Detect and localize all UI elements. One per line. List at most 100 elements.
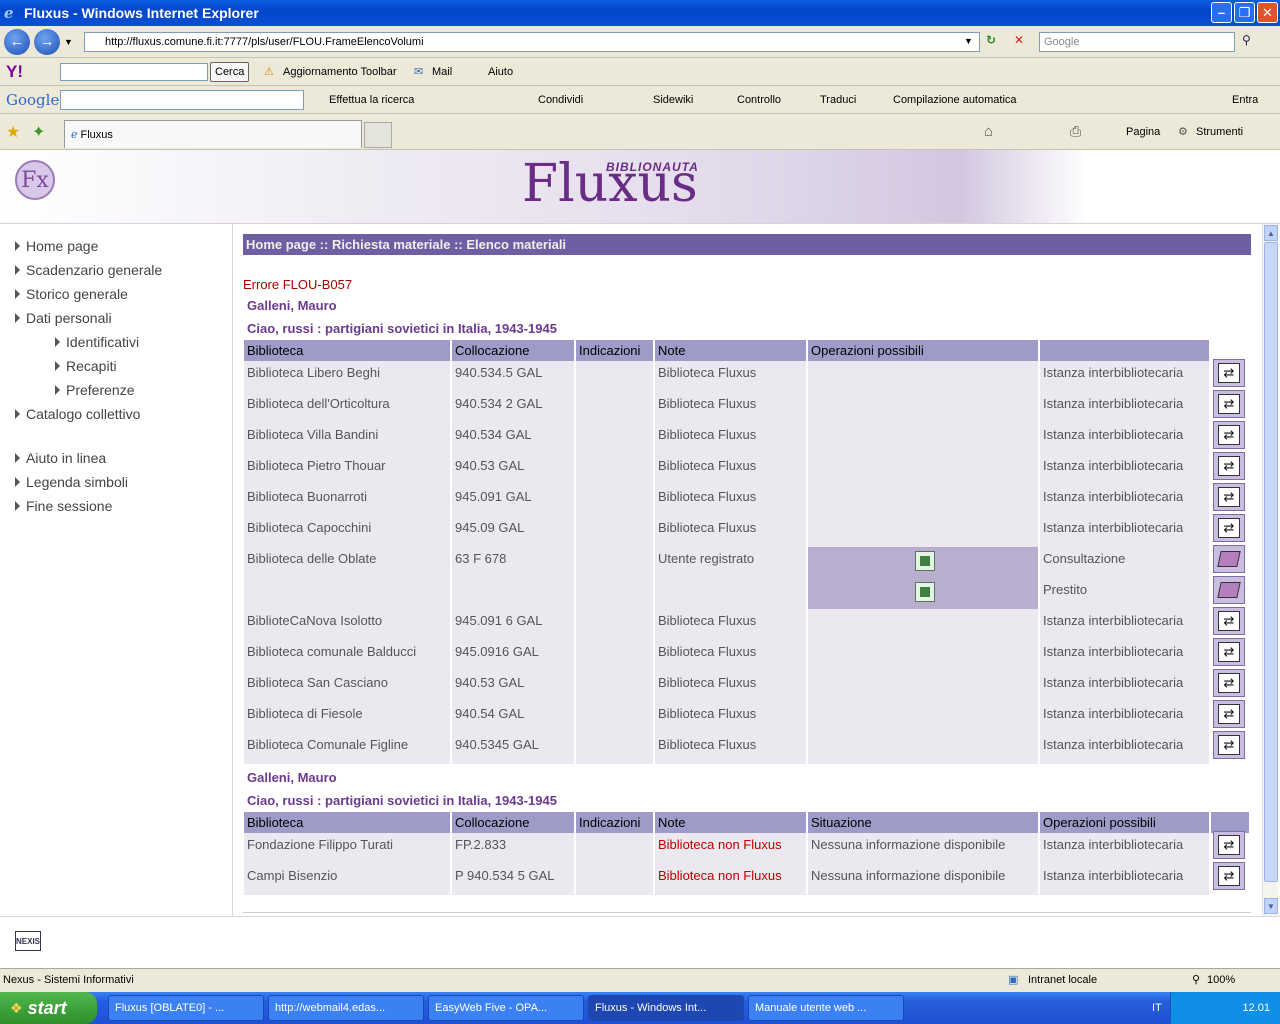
interlibrary-request-button[interactable]: ⇄ <box>1213 700 1245 728</box>
taskbar-item[interactable]: Manuale utente web ... <box>748 995 904 1021</box>
add-favorites-icon[interactable]: ✦ <box>32 114 45 149</box>
sidebar-item-storico[interactable]: Storico generale <box>15 286 128 302</box>
operation-select-cell <box>807 547 1040 578</box>
interlibrary-request-button[interactable]: ⇄ <box>1213 831 1245 859</box>
yahoo-logo[interactable]: Y! <box>6 58 23 85</box>
share-button[interactable]: Condividi <box>538 86 583 113</box>
sidebar-item-preferenze[interactable]: Preferenze <box>55 382 134 398</box>
request-book-button[interactable] <box>1213 576 1245 604</box>
fx-logo[interactable]: Fx <box>15 160 55 200</box>
operation-checkbox[interactable] <box>914 582 935 602</box>
vertical-scrollbar[interactable]: ▲ ▼ <box>1262 224 1278 916</box>
help-button[interactable]: Aiuto <box>488 58 513 85</box>
close-button[interactable]: ✕ <box>1257 2 1278 23</box>
mail-button[interactable]: Mail <box>432 58 452 85</box>
taskbar-item[interactable]: http://webmail4.edas... <box>268 995 424 1021</box>
page-content: Fx BIBLIONAUTA Fluxus Home page Scadenza… <box>0 150 1280 968</box>
new-tab-button[interactable] <box>364 122 392 148</box>
autofill-button[interactable]: Compilazione automatica <box>893 86 1017 113</box>
yahoo-toolbar: Y! Cerca ⚠ Aggiornamento Toolbar ✉ Mail … <box>0 58 1280 86</box>
operation-cell: ⇄ <box>1210 483 1251 516</box>
sidebar-item-recapiti[interactable]: Recapiti <box>55 358 117 374</box>
sidebar-item-catalogo[interactable]: Catalogo collettivo <box>15 406 140 422</box>
shelf-mark: 940.5345 GAL <box>451 733 576 764</box>
tab-fluxus[interactable]: e Fluxus <box>64 120 362 148</box>
history-dropdown-icon[interactable]: ▼ <box>64 37 73 47</box>
refresh-icon[interactable]: ↻ <box>986 33 996 47</box>
interlibrary-request-button[interactable]: ⇄ <box>1213 359 1245 387</box>
table-row: Biblioteca Libero Beghi 940.534.5 GAL Bibl… <box>244 359 1251 392</box>
address-dropdown-icon[interactable]: ▼ <box>964 36 973 46</box>
google-search-input[interactable] <box>60 90 304 110</box>
address-input[interactable]: http://fluxus.comune.fi.it:7777/pls/user… <box>84 32 980 52</box>
minimize-button[interactable]: – <box>1211 2 1232 23</box>
interlibrary-request-button[interactable]: ⇄ <box>1213 669 1245 697</box>
note: Biblioteca Fluxus <box>654 485 808 516</box>
sidebar-item-legenda[interactable]: Legenda simboli <box>15 474 128 490</box>
sidebar-item-dati-personali[interactable]: Dati personali <box>15 310 112 326</box>
interlibrary-request-button[interactable]: ⇄ <box>1213 514 1245 542</box>
library-name: Biblioteca delle Oblate <box>244 547 452 578</box>
spellcheck-button[interactable]: Controllo <box>737 86 781 113</box>
taskbar-item[interactable]: EasyWeb Five - OPA... <box>428 995 584 1021</box>
search-input[interactable]: Google <box>1039 32 1235 52</box>
book-title: Ciao, russi : partigiani sovietici in It… <box>247 321 557 336</box>
stop-icon[interactable]: ✕ <box>1014 33 1024 47</box>
page-menu[interactable]: Pagina <box>1126 114 1160 149</box>
operation-label: Istanza interbibliotecaria <box>1039 609 1211 640</box>
operation-checkbox[interactable] <box>914 551 935 571</box>
sidebar-item-fine-sessione[interactable]: Fine sessione <box>15 498 112 514</box>
interlibrary-request-button[interactable]: ⇄ <box>1213 390 1245 418</box>
sidewiki-button[interactable]: Sidewiki <box>653 86 693 113</box>
note: Biblioteca Fluxus <box>654 702 808 733</box>
operation-cell <box>1210 545 1251 578</box>
sidebar-item-scadenzario[interactable]: Scadenzario generale <box>15 262 162 278</box>
interlibrary-request-button[interactable]: ⇄ <box>1213 421 1245 449</box>
taskbar-item[interactable]: Fluxus [OBLATE0] - ... <box>108 995 264 1021</box>
interlibrary-request-button[interactable]: ⇄ <box>1213 607 1245 635</box>
clock[interactable]: 12.01 <box>1242 1002 1270 1014</box>
scroll-down-icon[interactable]: ▼ <box>1264 898 1278 914</box>
sidebar-item-identificativi[interactable]: Identificativi <box>55 334 139 350</box>
operation-cell: ⇄ <box>1210 700 1251 733</box>
start-button[interactable]: ❖ start <box>0 992 97 1024</box>
note: Biblioteca Fluxus <box>654 361 808 392</box>
interlibrary-request-button[interactable]: ⇄ <box>1213 452 1245 480</box>
exchange-icon: ⇄ <box>1218 456 1240 476</box>
signin-button[interactable]: Entra <box>1232 86 1258 113</box>
book-icon <box>1217 582 1241 598</box>
scroll-up-icon[interactable]: ▲ <box>1264 225 1278 241</box>
toolbar-update-link[interactable]: Aggiornamento Toolbar <box>283 58 397 85</box>
request-book-button[interactable] <box>1213 545 1245 573</box>
operation-cell: ⇄ <box>1210 452 1251 485</box>
translate-button[interactable]: Traduci <box>820 86 856 113</box>
sidebar-item-aiuto[interactable]: Aiuto in linea <box>15 450 106 466</box>
interlibrary-request-button[interactable]: ⇄ <box>1213 483 1245 511</box>
zoom-level[interactable]: 100% <box>1207 974 1235 986</box>
forward-button[interactable]: → <box>34 28 60 55</box>
interlibrary-request-button[interactable]: ⇄ <box>1213 638 1245 666</box>
scroll-thumb[interactable] <box>1264 242 1278 882</box>
interlibrary-request-button[interactable]: ⇄ <box>1213 731 1245 759</box>
yahoo-search-input[interactable] <box>60 63 208 81</box>
library-name: Biblioteca comunale Balducci <box>244 640 452 671</box>
google-logo[interactable]: Google <box>6 86 59 113</box>
google-search-button[interactable]: Effettua la ricerca <box>329 86 414 113</box>
yahoo-search-button[interactable]: Cerca <box>210 62 250 82</box>
shelf-mark: 940.534.5 GAL <box>451 361 576 392</box>
tools-menu[interactable]: Strumenti <box>1196 114 1243 149</box>
operation-label: Istanza interbibliotecaria <box>1039 733 1211 764</box>
print-icon[interactable]: ⎙ <box>1070 114 1081 149</box>
library-name: BiblioteCaNova Isolotto <box>244 609 452 640</box>
taskbar-item-active[interactable]: Fluxus - Windows Int... <box>588 995 744 1021</box>
favorites-star-icon[interactable]: ★ <box>6 114 20 149</box>
maximize-button[interactable]: ❐ <box>1234 2 1255 23</box>
nexis-logo[interactable]: NEXIS <box>15 931 41 951</box>
home-icon[interactable]: ⌂ <box>984 114 993 149</box>
note: Biblioteca Fluxus <box>654 454 808 485</box>
language-indicator[interactable]: IT <box>1152 1002 1162 1014</box>
back-button[interactable]: ← <box>4 28 30 55</box>
search-icon[interactable]: ⚲ <box>1242 33 1251 47</box>
sidebar-item-home[interactable]: Home page <box>15 238 98 254</box>
interlibrary-request-button[interactable]: ⇄ <box>1213 862 1245 890</box>
